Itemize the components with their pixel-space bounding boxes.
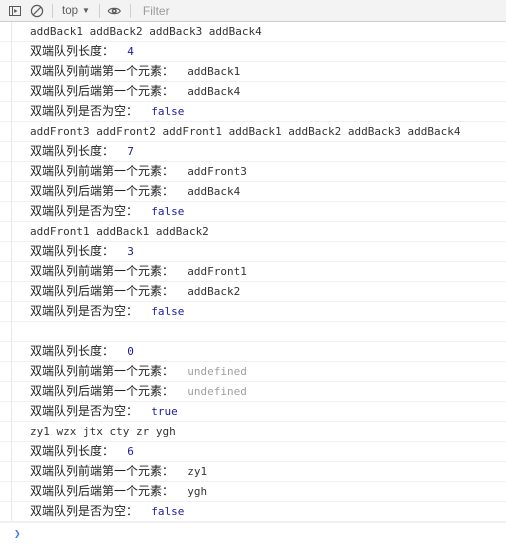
toolbar-divider-3 bbox=[129, 3, 131, 18]
filter-field-wrapper bbox=[135, 1, 506, 21]
console-message-value: true bbox=[138, 405, 178, 418]
console-message-row: 双端队列前端第一个元素： undefined bbox=[0, 362, 506, 382]
console-message-value: zy1 bbox=[174, 465, 208, 478]
console-message-label: 双端队列是否为空： bbox=[30, 404, 139, 418]
console-message-value: undefined bbox=[174, 385, 247, 398]
console-message-row: zy1 wzx jtx cty zr ygh bbox=[0, 422, 506, 442]
console-prompt-row[interactable]: ❯ bbox=[0, 522, 506, 544]
console-message-row: 双端队列长度： 3 bbox=[0, 242, 506, 262]
console-message-row: 双端队列长度： 4 bbox=[0, 42, 506, 62]
console-message-row: 双端队列前端第一个元素： zy1 bbox=[0, 462, 506, 482]
console-message-value: false bbox=[138, 105, 185, 118]
console-message-label: 双端队列后端第一个元素： bbox=[30, 84, 175, 98]
console-message-value: addFront1 bbox=[174, 265, 247, 278]
console-message-text: addFront1 addBack1 addBack2 bbox=[30, 225, 209, 238]
devtools-console-panel: top ▼ addBack1 addBack2 addBack3 addBack… bbox=[0, 0, 506, 551]
console-message-value: 6 bbox=[114, 445, 134, 458]
console-message-value: 7 bbox=[114, 145, 134, 158]
console-message-label: 双端队列长度： bbox=[30, 44, 115, 58]
console-message-value: addBack1 bbox=[174, 65, 241, 78]
console-message-row: addFront1 addBack1 addBack2 bbox=[0, 222, 506, 242]
console-message-row bbox=[0, 322, 506, 342]
console-message-label: 双端队列是否为空： bbox=[30, 504, 139, 518]
eye-icon bbox=[107, 7, 122, 14]
console-message-text: zy1 wzx jtx cty zr ygh bbox=[30, 425, 176, 438]
console-message-value: undefined bbox=[174, 365, 247, 378]
console-message-label: 双端队列前端第一个元素： bbox=[30, 264, 175, 278]
console-empty-space bbox=[0, 544, 506, 551]
console-rows: addBack1 addBack2 addBack3 addBack4 双端队列长… bbox=[0, 22, 506, 522]
console-message-row: 双端队列前端第一个元素： addFront3 bbox=[0, 162, 506, 182]
console-message-value: false bbox=[138, 205, 185, 218]
no-entry-icon bbox=[30, 4, 44, 17]
console-message-value: addBack2 bbox=[174, 285, 241, 298]
filter-input[interactable] bbox=[142, 3, 506, 18]
clear-console-button[interactable] bbox=[26, 1, 48, 21]
console-message-label: 双端队列长度： bbox=[30, 444, 115, 458]
console-message-row: 双端队列长度： 7 bbox=[0, 142, 506, 162]
console-message-label: 双端队列后端第一个元素： bbox=[30, 284, 175, 298]
console-message-text: addFront3 addFront2 addFront1 addBack1 a… bbox=[30, 125, 461, 138]
console-message-label: 双端队列后端第一个元素： bbox=[30, 484, 175, 498]
console-message-row: addFront3 addFront2 addFront1 addBack1 a… bbox=[0, 122, 506, 142]
console-toolbar: top ▼ bbox=[0, 0, 506, 22]
console-message-row: 双端队列长度： 6 bbox=[0, 442, 506, 462]
live-expression-button[interactable] bbox=[104, 1, 126, 21]
sidebar-panel-icon bbox=[9, 5, 21, 16]
console-message-label: 双端队列长度： bbox=[30, 344, 115, 358]
console-message-row: 双端队列前端第一个元素： addBack1 bbox=[0, 62, 506, 82]
toolbar-divider-2 bbox=[98, 3, 100, 18]
console-message-row: 双端队列是否为空： false bbox=[0, 102, 506, 122]
console-message-row: 双端队列后端第一个元素： ygh bbox=[0, 482, 506, 502]
console-message-label: 双端队列是否为空： bbox=[30, 304, 139, 318]
console-message-label: 双端队列前端第一个元素： bbox=[30, 164, 175, 178]
console-message-value: false bbox=[138, 305, 185, 318]
console-message-row: 双端队列后端第一个元素： undefined bbox=[0, 382, 506, 402]
execution-context-label: top bbox=[62, 4, 78, 17]
console-message-value: 3 bbox=[114, 245, 134, 258]
console-message-value: false bbox=[138, 505, 185, 518]
console-prompt-input[interactable] bbox=[26, 527, 506, 540]
console-message-row: 双端队列长度： 0 bbox=[0, 342, 506, 362]
console-message-value: addBack4 bbox=[174, 185, 241, 198]
console-sidebar-toggle-icon[interactable] bbox=[4, 1, 26, 21]
console-message-list: addBack1 addBack2 addBack3 addBack4 双端队列长… bbox=[0, 22, 506, 551]
console-message-row: 双端队列是否为空： true bbox=[0, 402, 506, 422]
console-message-label: 双端队列前端第一个元素： bbox=[30, 64, 175, 78]
console-message-value: 4 bbox=[114, 45, 134, 58]
console-message-row: 双端队列是否为空： false bbox=[0, 502, 506, 522]
console-message-label: 双端队列是否为空： bbox=[30, 104, 139, 118]
console-message-value: ygh bbox=[174, 485, 208, 498]
console-message-label: 双端队列前端第一个元素： bbox=[30, 364, 175, 378]
console-message-label: 双端队列长度： bbox=[30, 144, 115, 158]
toolbar-divider-1 bbox=[52, 3, 53, 18]
console-message-value: 0 bbox=[114, 345, 134, 358]
console-message-row: 双端队列是否为空： false bbox=[0, 302, 506, 322]
chevron-down-icon: ▼ bbox=[82, 5, 90, 15]
console-message-value: addBack4 bbox=[174, 85, 241, 98]
execution-context-selector[interactable]: top ▼ bbox=[57, 1, 95, 21]
console-message-row: 双端队列后端第一个元素： addBack4 bbox=[0, 182, 506, 202]
console-message-text: addBack1 addBack2 addBack3 addBack4 bbox=[30, 25, 262, 38]
console-message-label: 双端队列后端第一个元素： bbox=[30, 184, 175, 198]
console-message-row: 双端队列后端第一个元素： addBack2 bbox=[0, 282, 506, 302]
console-message-row: addBack1 addBack2 addBack3 addBack4 bbox=[0, 22, 506, 42]
prompt-arrow-icon: ❯ bbox=[14, 527, 21, 540]
console-message-label: 双端队列是否为空： bbox=[30, 204, 139, 218]
console-message-row: 双端队列后端第一个元素： addBack4 bbox=[0, 82, 506, 102]
console-message-row: 双端队列是否为空： false bbox=[0, 202, 506, 222]
console-message-label: 双端队列前端第一个元素： bbox=[30, 464, 175, 478]
console-message-label: 双端队列后端第一个元素： bbox=[30, 384, 175, 398]
console-message-value: addFront3 bbox=[174, 165, 247, 178]
console-message-label: 双端队列长度： bbox=[30, 244, 115, 258]
console-message-row: 双端队列前端第一个元素： addFront1 bbox=[0, 262, 506, 282]
